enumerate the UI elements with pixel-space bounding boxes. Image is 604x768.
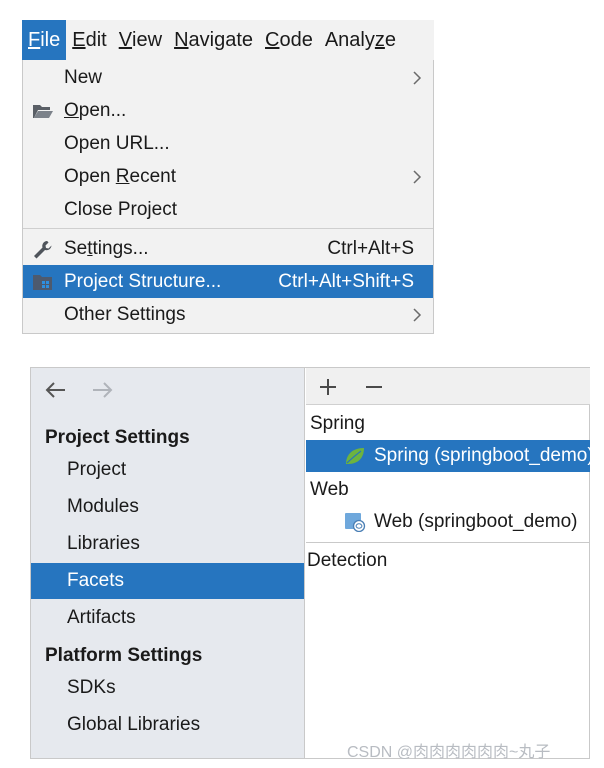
menu-item-open[interactable]: Open...: [23, 94, 433, 127]
menu-item-open-rest: pen...: [78, 99, 127, 121]
wrench-icon: [34, 241, 52, 259]
facet-group-spring[interactable]: Spring: [310, 413, 365, 435]
detection-divider: [306, 542, 590, 543]
web-facet-icon: [345, 513, 366, 532]
menu-item-settings-shortcut: Ctrl+Alt+S: [327, 237, 414, 259]
watermark: CSDN @肉肉肉肉肉肉~丸子: [347, 744, 551, 761]
menu-item-other-settings[interactable]: Other Settings: [23, 298, 433, 331]
menu-item-open-recent-mnemonic: R: [115, 165, 130, 187]
forward-button[interactable]: [89, 378, 115, 402]
menu-item-settings-start: Se: [64, 237, 88, 259]
remove-facet-button[interactable]: [362, 375, 386, 399]
facet-item-web-label: Web (springboot_demo): [374, 511, 578, 532]
sidebar-item-modules[interactable]: Modules: [31, 489, 304, 525]
menu-item-open-url-label: Open URL...: [64, 132, 170, 154]
menu-item-project-structure-shortcut: Ctrl+Alt+Shift+S: [278, 270, 414, 292]
project-structure-icon: [33, 275, 52, 290]
menu-file-mnemonic: F: [28, 28, 41, 51]
menu-item-project-structure[interactable]: Project Structure... Ctrl+Alt+Shift+S: [23, 265, 433, 298]
facet-item-web[interactable]: Web (springboot_demo): [306, 506, 590, 538]
menu-separator: [23, 228, 433, 229]
menu-item-other-settings-label: Other Settings: [64, 303, 186, 325]
spring-leaf-icon: [346, 448, 364, 464]
menu-analyze-label-start: Analy: [324, 28, 375, 51]
menu-analyze[interactable]: Analy z e: [319, 20, 402, 60]
menu-code-label: ode: [279, 28, 313, 51]
menu-view[interactable]: View: [113, 20, 168, 60]
project-structure-dialog: Project Settings Project Modules Librari…: [30, 367, 590, 759]
menu-code-mnemonic: C: [265, 28, 280, 51]
menu-view-mnemonic: V: [118, 28, 133, 51]
minus-icon: [366, 386, 382, 388]
chevron-right-icon: [413, 307, 422, 322]
sidebar-item-facets[interactable]: Facets: [31, 563, 304, 599]
menu-item-open-recent-label: Open Recent: [64, 166, 176, 188]
settings-sidebar: Project Settings Project Modules Librari…: [31, 368, 305, 758]
menu-file[interactable]: File: [22, 20, 67, 60]
sidebar-item-global-libraries[interactable]: Global Libraries: [31, 707, 304, 743]
menu-edit[interactable]: Edit: [66, 20, 112, 60]
project-settings-heading: Project Settings: [45, 427, 190, 448]
menu-item-close-project-label: Close Project: [64, 198, 177, 220]
sidebar-item-sdks[interactable]: SDKs: [31, 670, 304, 706]
platform-settings-heading: Platform Settings: [45, 645, 203, 666]
menu-item-close-project[interactable]: Close Project: [23, 193, 433, 226]
menu-item-open-url[interactable]: Open URL...: [23, 127, 433, 160]
menu-item-new[interactable]: New: [23, 61, 433, 94]
menu-view-label: iew: [132, 28, 163, 51]
back-button[interactable]: [43, 378, 69, 402]
arrow-right-icon: [93, 382, 113, 398]
menu-navigate[interactable]: Navigate: [168, 20, 259, 60]
menu-item-open-recent-rest: ecent: [129, 165, 176, 187]
menu-navigate-mnemonic: N: [174, 28, 189, 51]
folder-open-icon: [33, 105, 53, 118]
menu-item-open-mnemonic: O: [64, 99, 79, 121]
menu-item-new-label: New: [64, 66, 103, 88]
sidebar-item-libraries[interactable]: Libraries: [31, 526, 304, 562]
menu-item-settings-rest: tings...: [92, 237, 149, 259]
menu-file-label: ile: [40, 28, 61, 51]
menu-item-open-recent[interactable]: Open Recent: [23, 160, 433, 193]
chevron-right-icon: [413, 70, 422, 85]
facet-group-web[interactable]: Web: [310, 479, 349, 501]
facets-toolbar: [306, 368, 590, 405]
arrow-left-icon: [45, 382, 65, 398]
chevron-right-icon: [413, 169, 422, 184]
menu-code[interactable]: Code: [259, 20, 319, 60]
sidebar-item-project[interactable]: Project: [31, 452, 304, 488]
menu-item-open-label: Open...: [64, 100, 126, 122]
facet-item-spring[interactable]: Spring (springboot_demo): [306, 440, 590, 472]
menu-bar: File Edit View Navigate Code Analy z e: [22, 20, 434, 60]
menu-item-open-recent-start: Open: [64, 165, 116, 187]
menu-item-project-structure-label: Project Structure...: [64, 270, 222, 292]
detection-tab[interactable]: Detection: [307, 550, 387, 572]
menu-edit-mnemonic: E: [72, 28, 86, 51]
menu-item-settings-label: Settings...: [64, 238, 149, 260]
file-menu-dropdown: New Open... Open URL... Open Recent Clos…: [22, 60, 434, 334]
sidebar-item-artifacts[interactable]: Artifacts: [31, 600, 304, 636]
add-facet-button[interactable]: [316, 375, 340, 399]
facet-item-spring-label: Spring (springboot_demo): [374, 445, 590, 466]
menu-navigate-label: avigate: [188, 28, 254, 51]
facets-panel: Spring Spring (springboot_demo) Web Web …: [306, 368, 590, 758]
menu-edit-label: dit: [85, 28, 107, 51]
plus-icon: [320, 379, 336, 395]
menu-analyze-mnemonic: z: [374, 28, 385, 51]
menu-item-settings[interactable]: Settings... Ctrl+Alt+S: [23, 232, 433, 265]
menu-analyze-label-end: e: [384, 28, 396, 51]
